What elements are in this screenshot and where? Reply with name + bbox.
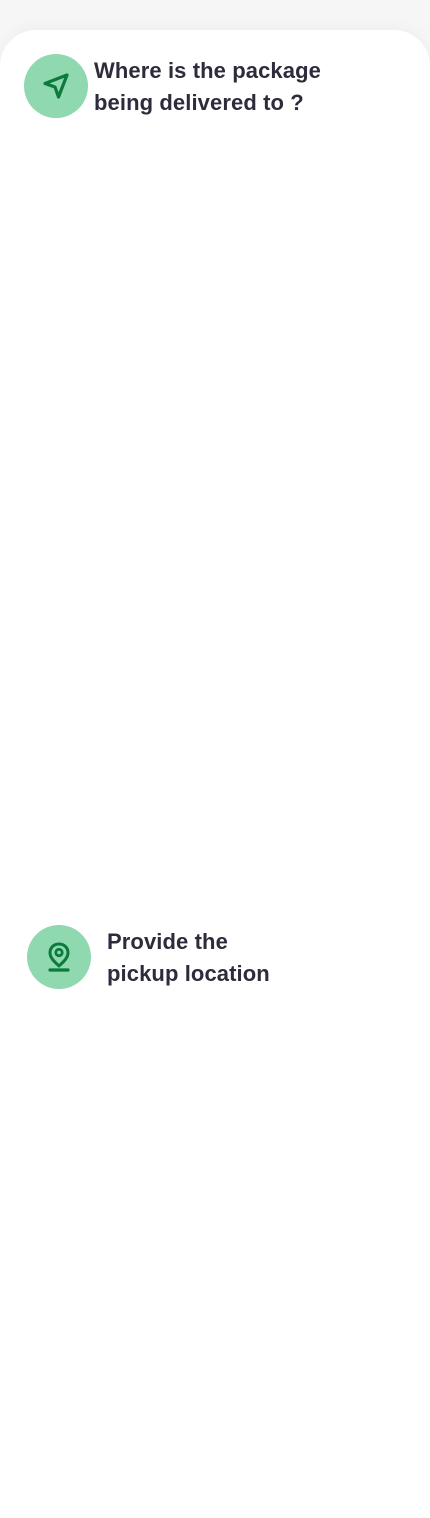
location-pin-icon — [48, 942, 70, 972]
pickup-title-line-2: pickup location — [107, 961, 270, 986]
navigation-arrow-icon — [43, 73, 69, 99]
pickup-title: Provide the pickup location — [107, 926, 347, 990]
bottom-sheet: Where is the package being delivered to … — [0, 30, 430, 1518]
dropoff-section: Where is the package being delivered to … — [0, 30, 430, 890]
dropoff-title: Where is the package being delivered to … — [94, 55, 394, 119]
dropoff-title-line-2: being delivered to ? — [94, 90, 304, 115]
dropoff-title-line-1: Where is the package — [94, 58, 321, 83]
pickup-section: Provide the pickup location — [0, 900, 430, 1518]
dropoff-icon-badge — [24, 54, 88, 118]
pickup-icon-badge — [27, 925, 91, 989]
pickup-title-line-1: Provide the — [107, 929, 228, 954]
